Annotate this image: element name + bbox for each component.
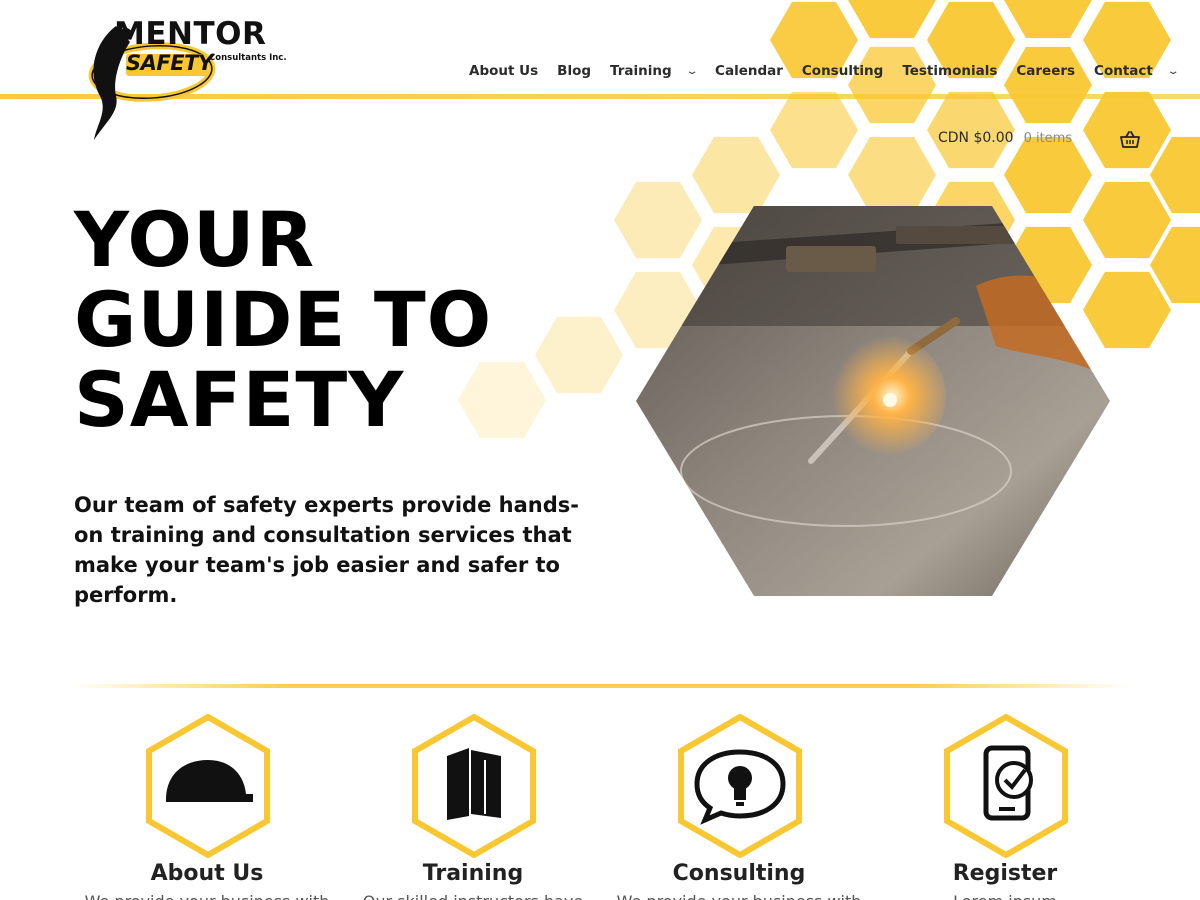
main-nav: About Us Blog Training ⌄ Calendar Consult… (469, 61, 1180, 81)
chevron-down-icon[interactable]: ⌄ (685, 66, 698, 77)
nav-item-careers[interactable]: Careers (1016, 63, 1075, 79)
feature-title: Consulting (672, 861, 806, 886)
hero-title-line: SAFETY (74, 355, 405, 444)
honeycomb-hex (848, 0, 936, 39)
feature-card-training[interactable]: Training Our skilled instructors have (340, 714, 606, 900)
logo-safety-text: SAFETY (126, 51, 213, 75)
honeycomb-hex (1004, 136, 1092, 214)
nav-label: About Us (469, 63, 539, 79)
honeycomb-hex (692, 136, 780, 214)
feature-title: About Us (150, 861, 264, 886)
nav-label: Testimonials (902, 63, 998, 79)
nav-label: Blog (557, 63, 592, 79)
nav-item-blog[interactable]: Blog (557, 63, 591, 79)
cart-amount: CDN $0.00 (938, 130, 1014, 146)
honeycomb-hex (1150, 226, 1200, 304)
honeycomb-hex (770, 91, 858, 169)
site-logo[interactable]: MENTOR SAFETY Consultants Inc. (86, 16, 296, 146)
hero-title-line: GUIDE TO (74, 275, 493, 364)
cart-item-count: 0 items (1023, 130, 1073, 146)
nav-label: Training (610, 63, 672, 79)
nav-label: Careers (1016, 63, 1076, 79)
feature-card-consulting[interactable]: Consulting We provide your business with (606, 714, 872, 900)
mini-cart[interactable]: CDN $0.00 0 items (938, 130, 1140, 148)
feature-card-about-us[interactable]: About Us We provide your business with (74, 714, 340, 900)
honeycomb-hex (848, 136, 936, 214)
feature-text: Lorem ipsum (872, 892, 1138, 900)
feature-title: Register (952, 861, 1058, 886)
phone-check-icon (944, 714, 1068, 858)
books-icon (412, 714, 536, 858)
hard-hat-icon (146, 714, 270, 858)
honeycomb-hex (1150, 136, 1200, 214)
nav-item-training[interactable]: Training ⌄ (610, 63, 699, 79)
honeycomb-hex (1004, 0, 1092, 39)
nav-label: Consulting (801, 63, 884, 79)
feature-text: Our skilled instructors have (340, 892, 606, 900)
chevron-down-icon[interactable]: ⌄ (1166, 66, 1179, 77)
logo-mentor-text: MENTOR (114, 16, 267, 52)
feature-card-register[interactable]: Register Lorem ipsum (872, 714, 1138, 900)
basket-icon[interactable] (1120, 130, 1140, 150)
hero-title-line: YOUR (74, 195, 316, 284)
section-divider (70, 684, 1130, 688)
nav-item-about-us[interactable]: About Us (469, 63, 538, 79)
welding-torch-photo (636, 206, 1110, 596)
feature-text: We provide your business with (74, 892, 340, 900)
hero-title: YOUR GUIDE TO SAFETY (74, 200, 594, 440)
logo-subtitle: Consultants Inc. (209, 53, 287, 63)
nav-item-consulting[interactable]: Consulting (802, 63, 883, 79)
honeycomb-hex (1004, 46, 1092, 124)
nav-label: Calendar (715, 63, 783, 79)
nav-item-testimonials[interactable]: Testimonials (902, 63, 997, 79)
feature-text: We provide your business with (606, 892, 872, 900)
feature-title: Training (422, 861, 524, 886)
nav-label: Contact (1094, 63, 1153, 79)
nav-item-contact[interactable]: Contact ⌄ (1094, 63, 1180, 79)
honeycomb-hex (848, 46, 936, 124)
hero-description: Our team of safety experts provide hands… (74, 493, 579, 607)
nav-item-calendar[interactable]: Calendar (715, 63, 783, 79)
lightbulb-speech-icon (678, 714, 802, 858)
